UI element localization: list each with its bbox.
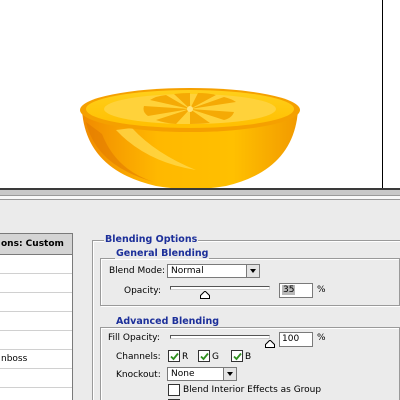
channel-r-label: R (182, 352, 189, 362)
channel-b-checkbox[interactable] (231, 350, 243, 362)
checkmark-icon (170, 352, 179, 361)
opacity-label: Opacity: (124, 286, 161, 296)
canvas-edge-line (382, 0, 383, 188)
blend-interior-label: Blend Interior Effects as Group (183, 385, 322, 395)
chevron-down-icon[interactable] (223, 367, 237, 381)
blend-mode-label: Blend Mode: (109, 266, 166, 276)
channel-g-checkbox[interactable] (198, 350, 210, 362)
styles-list-item-bevel-emboss[interactable]: nboss (0, 350, 72, 369)
styles-list-item[interactable] (0, 369, 72, 388)
advanced-blending-title: Advanced Blending (115, 316, 221, 327)
blend-mode-select[interactable]: Normal (167, 264, 260, 278)
blend-interior-checkbox[interactable] (168, 384, 180, 396)
slider-thumb-icon (265, 340, 275, 348)
channel-b-label: B (245, 352, 252, 362)
knockout-select[interactable]: None (167, 367, 237, 381)
channels-label: Channels: (116, 352, 161, 362)
styles-list: ons: Custom nboss (0, 233, 73, 400)
opacity-percent-sign: % (317, 285, 326, 295)
styles-list-item[interactable] (0, 255, 72, 274)
document-canvas (0, 0, 400, 189)
blend-mode-value: Normal (171, 266, 204, 276)
styles-list-blending-options[interactable]: ons: Custom (0, 234, 72, 255)
opacity-input[interactable]: 35 (279, 283, 313, 298)
knockout-value: None (171, 369, 195, 379)
layer-style-dialog: ons: Custom nboss Blending Options Gener… (0, 188, 400, 400)
opacity-slider[interactable] (170, 286, 270, 290)
channel-g-label: G (212, 352, 219, 362)
dialog-title-strip-shadow (0, 199, 400, 200)
slider-thumb-icon (200, 291, 210, 299)
styles-list-item[interactable] (0, 274, 72, 293)
checkmark-icon (200, 352, 209, 361)
fill-opacity-percent-sign: % (317, 333, 326, 343)
blending-options-title: Blending Options (104, 234, 199, 245)
fill-opacity-input[interactable]: 100 (279, 332, 313, 347)
general-blending-title: General Blending (115, 248, 210, 259)
chevron-down-icon[interactable] (246, 264, 260, 278)
styles-list-item[interactable] (0, 293, 72, 312)
styles-list-item[interactable] (0, 331, 72, 350)
orange-half-image (80, 88, 300, 189)
checkmark-icon (233, 352, 242, 361)
styles-list-item[interactable] (0, 312, 72, 331)
channel-r-checkbox[interactable] (168, 350, 180, 362)
knockout-label: Knockout: (116, 370, 161, 380)
fill-opacity-label: Fill Opacity: (108, 333, 160, 343)
opacity-value: 35 (282, 285, 296, 295)
fill-opacity-slider[interactable] (170, 335, 270, 339)
